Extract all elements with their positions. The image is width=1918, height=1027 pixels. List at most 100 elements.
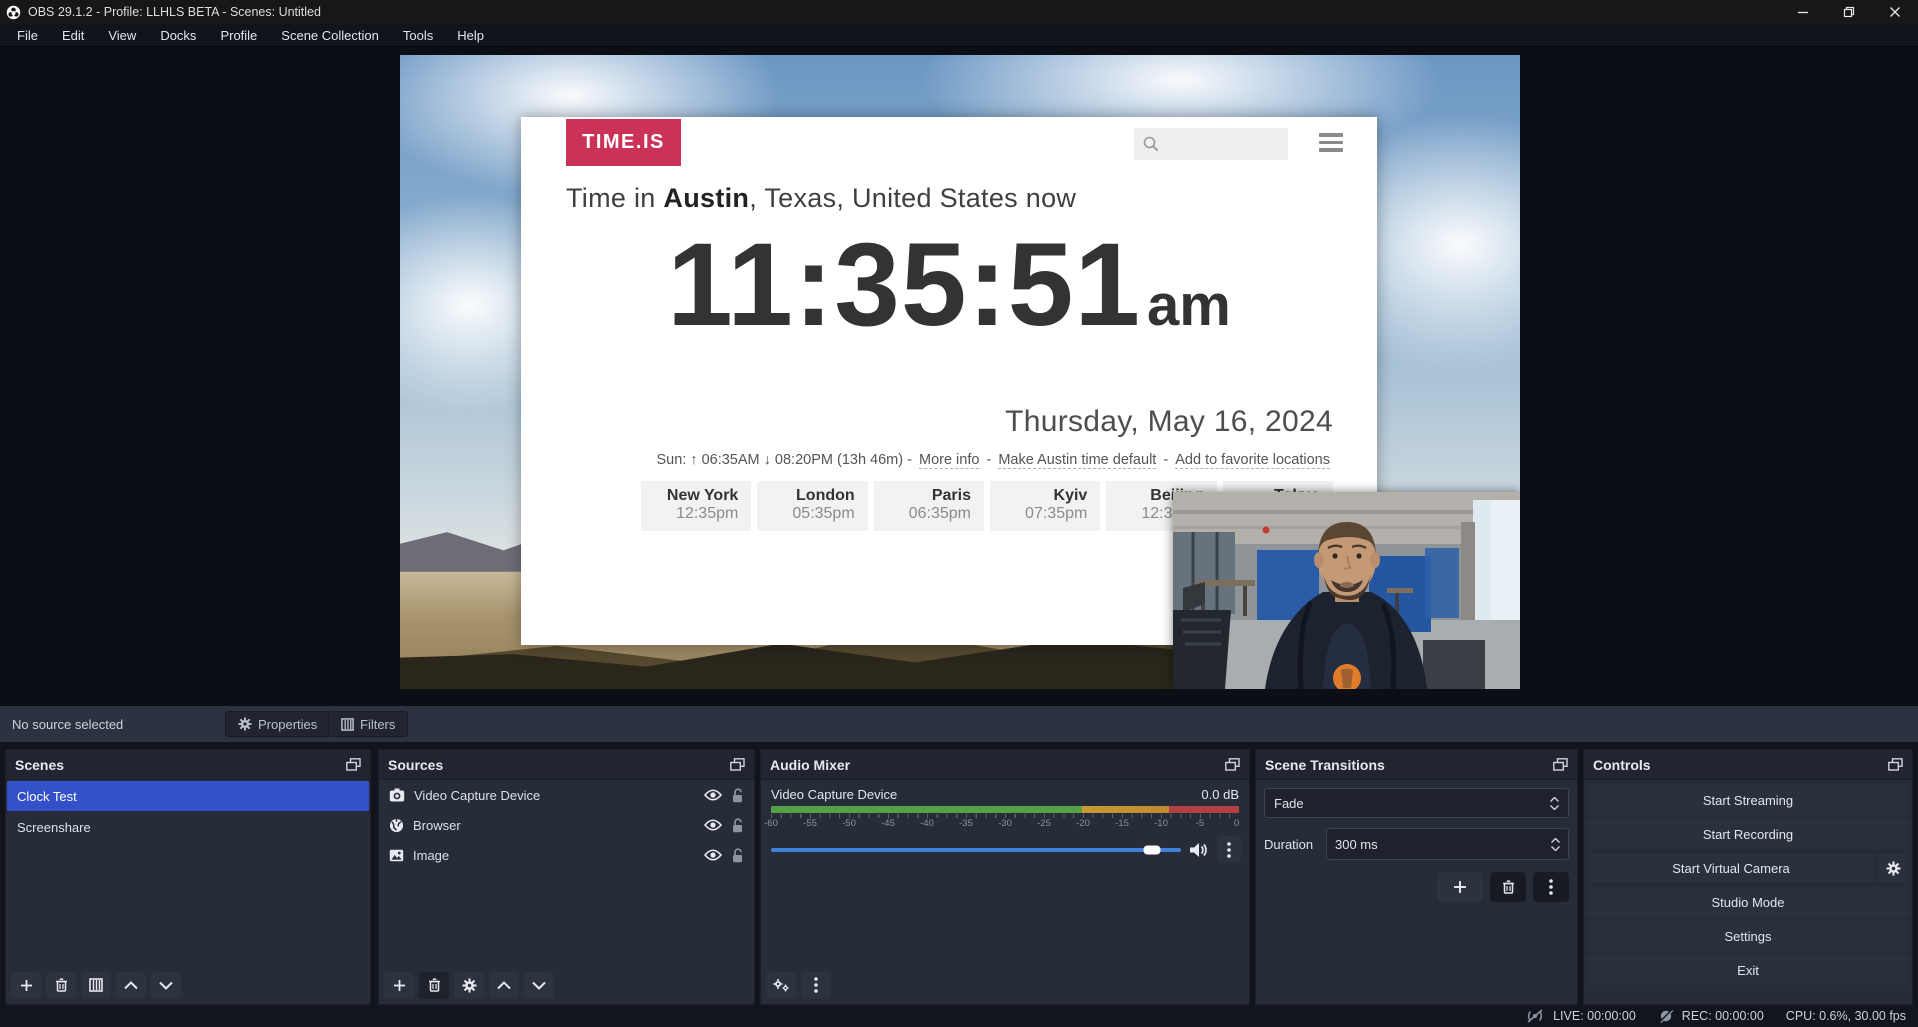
- timeis-sun-line: Sun: ↑ 06:35AM ↓ 08:20PM (13h 46m) - Mor…: [521, 452, 1333, 468]
- source-properties-button[interactable]: [454, 972, 484, 999]
- webcam-video-source[interactable]: [1173, 492, 1520, 689]
- add-transition-button[interactable]: [1437, 872, 1483, 902]
- source-row-video-capture[interactable]: Video Capture Device: [379, 780, 754, 810]
- scene-move-down-button[interactable]: [151, 972, 181, 999]
- audio-mixer-panel: Audio Mixer Video Capture Device 0.0 dB …: [760, 749, 1250, 1005]
- world-clock-newyork[interactable]: New York12:35pm: [641, 481, 751, 531]
- link-separator: -: [986, 452, 991, 468]
- controls-title: Controls: [1593, 757, 1651, 773]
- scene-move-up-button[interactable]: [116, 972, 146, 999]
- popout-icon[interactable]: [1225, 758, 1240, 771]
- unlock-icon[interactable]: [731, 848, 744, 863]
- add-favorite-link[interactable]: Add to favorite locations: [1175, 452, 1330, 469]
- source-move-down-button[interactable]: [524, 972, 554, 999]
- clock-digits: 11:35:51: [667, 219, 1141, 351]
- advanced-audio-button[interactable]: [766, 972, 796, 999]
- scenes-title: Scenes: [15, 757, 64, 773]
- obs-logo-icon: [6, 5, 21, 20]
- menu-profile[interactable]: Profile: [208, 24, 269, 47]
- virtual-camera-config-button[interactable]: [1878, 853, 1908, 883]
- popout-icon[interactable]: [1553, 758, 1568, 771]
- scene-filters-button[interactable]: [81, 972, 111, 999]
- scene-item-clock-test[interactable]: Clock Test: [7, 781, 369, 811]
- restore-button[interactable]: [1826, 0, 1872, 24]
- start-streaming-button[interactable]: Start Streaming: [1588, 785, 1908, 815]
- menu-view[interactable]: View: [96, 24, 148, 47]
- timeis-clock: 11:35:51am: [521, 217, 1377, 353]
- meter-tick-labels: -60-55-50-45-40-35-30-25-20-15-10-50: [771, 818, 1239, 830]
- source-move-up-button[interactable]: [489, 972, 519, 999]
- world-clock-kyiv[interactable]: Kyiv07:35pm: [990, 481, 1100, 531]
- add-source-button[interactable]: [384, 972, 414, 999]
- remove-source-button[interactable]: [419, 972, 449, 999]
- unlock-icon[interactable]: [731, 818, 744, 833]
- filters-label: Filters: [360, 717, 395, 732]
- transition-select[interactable]: Fade: [1264, 788, 1569, 818]
- menu-tools[interactable]: Tools: [391, 24, 445, 47]
- mixer-channel-name: Video Capture Device: [771, 787, 897, 802]
- start-virtual-camera-button[interactable]: Start Virtual Camera: [1588, 853, 1874, 883]
- popout-icon[interactable]: [1888, 758, 1903, 771]
- source-label: Video Capture Device: [414, 788, 695, 803]
- dots-vertical-icon: [814, 977, 818, 993]
- world-clock-london[interactable]: London05:35pm: [757, 481, 867, 531]
- program-preview[interactable]: TIME.IS Time in Austin, Texas, United St…: [400, 55, 1520, 689]
- gear-icon: [238, 717, 252, 731]
- image-icon: [389, 849, 404, 862]
- trash-icon: [428, 978, 441, 992]
- menu-file[interactable]: File: [5, 24, 50, 47]
- unlock-icon[interactable]: [731, 788, 744, 803]
- mixer-channel-menu-button[interactable]: [1217, 836, 1241, 863]
- live-timer: LIVE: 00:00:00: [1553, 1009, 1636, 1023]
- source-row-image[interactable]: Image: [379, 840, 754, 870]
- duration-value: 300 ms: [1335, 837, 1378, 852]
- world-clock-paris[interactable]: Paris06:35pm: [874, 481, 984, 531]
- remove-transition-button[interactable]: [1490, 872, 1526, 902]
- duration-spinbox[interactable]: 300 ms: [1326, 828, 1569, 860]
- eye-icon[interactable]: [704, 819, 722, 831]
- menu-edit[interactable]: Edit: [50, 24, 96, 47]
- minimize-button[interactable]: [1780, 0, 1826, 24]
- timeis-heading: Time in Austin, Texas, United States now: [566, 183, 1076, 214]
- sources-panel: Sources Video Capture Device Browser Ima…: [378, 749, 755, 1005]
- audio-mixer-title: Audio Mixer: [770, 757, 850, 773]
- make-default-link[interactable]: Make Austin time default: [998, 452, 1156, 469]
- popout-icon[interactable]: [730, 758, 745, 771]
- scene-item-screenshare[interactable]: Screenshare: [7, 812, 369, 842]
- duration-label: Duration: [1264, 837, 1326, 852]
- scenes-panel: Scenes Clock Test Screenshare: [5, 749, 371, 1005]
- properties-button[interactable]: Properties: [225, 711, 330, 737]
- rec-timer: REC: 00:00:00: [1682, 1009, 1764, 1023]
- studio-mode-button[interactable]: Studio Mode: [1588, 887, 1908, 917]
- menu-docks[interactable]: Docks: [148, 24, 208, 47]
- timeis-search-box[interactable]: [1134, 128, 1288, 160]
- spinner-arrows-icon[interactable]: [1551, 838, 1560, 851]
- exit-button[interactable]: Exit: [1588, 955, 1908, 985]
- add-scene-button[interactable]: [11, 972, 41, 999]
- start-recording-button[interactable]: Start Recording: [1588, 819, 1908, 849]
- remove-scene-button[interactable]: [46, 972, 76, 999]
- menu-bar: File Edit View Docks Profile Scene Colle…: [0, 24, 1918, 47]
- mixer-menu-button[interactable]: [801, 972, 831, 999]
- timeis-logo[interactable]: TIME.IS: [566, 119, 681, 166]
- menu-help[interactable]: Help: [445, 24, 496, 47]
- hamburger-menu-icon[interactable]: [1319, 133, 1343, 152]
- volume-slider-handle[interactable]: [1144, 845, 1161, 854]
- dock-area: Scenes Clock Test Screenshare Sources Vi…: [0, 742, 1918, 1005]
- filters-button[interactable]: Filters: [328, 711, 408, 737]
- dots-vertical-icon: [1227, 842, 1231, 858]
- mixer-level-db: 0.0 dB: [1201, 787, 1239, 802]
- more-info-link[interactable]: More info: [919, 452, 979, 469]
- eye-icon[interactable]: [704, 849, 722, 861]
- volume-slider[interactable]: [771, 848, 1181, 852]
- transition-properties-button[interactable]: [1533, 872, 1569, 902]
- menu-scene-collection[interactable]: Scene Collection: [269, 24, 391, 47]
- close-button[interactable]: [1872, 0, 1918, 24]
- heading-suffix: , Texas, United States now: [749, 183, 1076, 213]
- settings-button[interactable]: Settings: [1588, 921, 1908, 951]
- speaker-icon[interactable]: [1189, 842, 1209, 858]
- eye-icon[interactable]: [704, 789, 722, 801]
- popout-icon[interactable]: [346, 758, 361, 771]
- source-row-browser[interactable]: Browser: [379, 810, 754, 840]
- no-source-selected-label: No source selected: [12, 717, 123, 732]
